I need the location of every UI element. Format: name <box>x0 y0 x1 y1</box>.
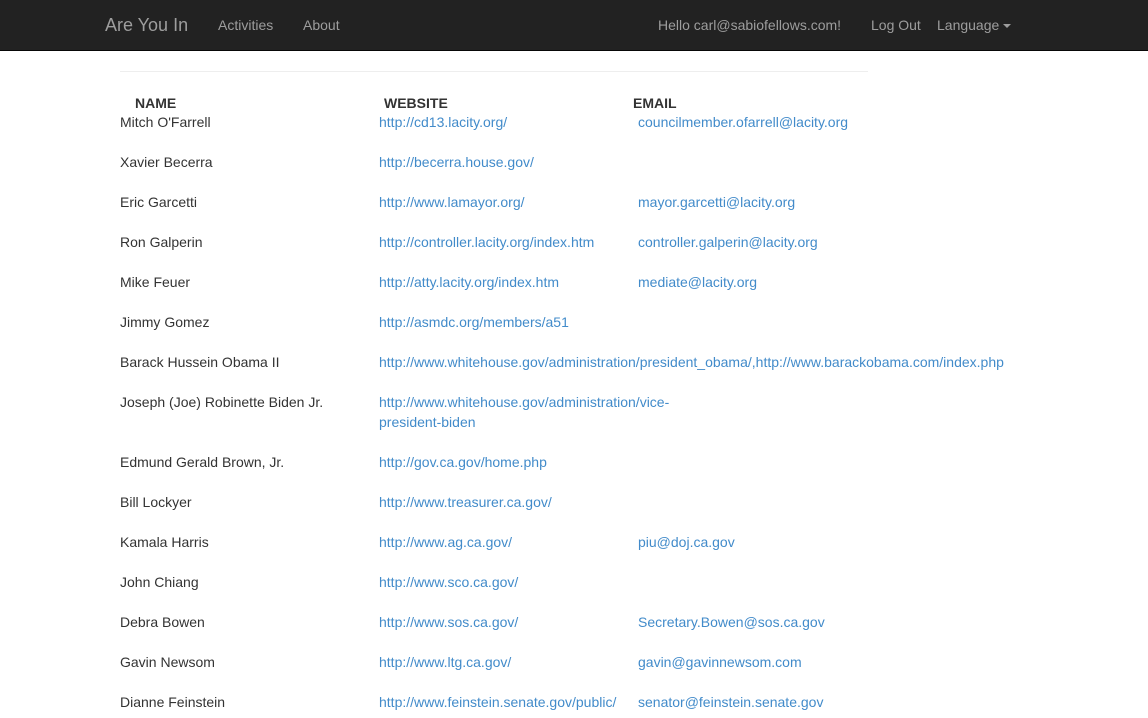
person-name: Mitch O'Farrell <box>120 114 211 130</box>
email-link[interactable]: gavin@gavinnewsom.com <box>638 652 802 672</box>
website-link[interactable]: http://atty.lacity.org/index.htm <box>379 272 559 292</box>
email-link[interactable]: mayor.garcetti@lacity.org <box>638 192 795 212</box>
person-name: Joseph (Joe) Robinette Biden Jr. <box>120 394 324 410</box>
person-name: Bill Lockyer <box>120 494 192 510</box>
website-link[interactable]: http://www.sco.ca.gov/ <box>379 572 518 592</box>
person-name: Gavin Newsom <box>120 654 215 670</box>
person-name: Debra Bowen <box>120 614 205 630</box>
content-divider <box>120 71 868 72</box>
language-label: Language <box>937 17 1000 33</box>
caret-down-icon <box>1003 24 1012 29</box>
website-link[interactable]: http://www.sos.ca.gov/ <box>379 612 518 632</box>
person-name: Barack Hussein Obama II <box>120 354 280 370</box>
user-greeting: Hello carl@sabiofellows.com! <box>658 17 842 33</box>
email-link[interactable]: senator@feinstein.senate.gov <box>638 692 823 712</box>
person-name: John Chiang <box>120 574 199 590</box>
person-name: Edmund Gerald Brown, Jr. <box>120 454 285 470</box>
website-link[interactable]: http://www.lamayor.org/ <box>379 192 525 212</box>
language-dropdown[interactable]: Language <box>937 16 1012 34</box>
website-link[interactable]: http://becerra.house.gov/ <box>379 152 534 172</box>
website-link[interactable]: http://controller.lacity.org/index.htm <box>379 232 594 252</box>
person-name: Kamala Harris <box>120 534 209 550</box>
website-link[interactable]: http://asmdc.org/members/a51 <box>379 312 569 332</box>
website-link[interactable]: http://www.feinstein.senate.gov/public/ <box>379 692 616 712</box>
person-name: Dianne Feinstein <box>120 694 226 710</box>
email-link[interactable]: Secretary.Bowen@sos.ca.gov <box>638 612 825 632</box>
website-link[interactable]: http://www.ag.ca.gov/ <box>379 532 512 552</box>
name-column-header: NAME <box>135 95 177 111</box>
person-name: Ron Galperin <box>120 234 203 250</box>
logout-link[interactable]: Log Out <box>871 16 921 34</box>
website-column-header: WEBSITE <box>384 95 448 111</box>
person-name: Mike Feuer <box>120 274 191 290</box>
email-link[interactable]: controller.galperin@lacity.org <box>638 232 818 252</box>
person-name: Eric Garcetti <box>120 194 198 210</box>
website-link[interactable]: http://www.whitehouse.gov/administration… <box>379 392 671 432</box>
website-link[interactable]: http://www.whitehouse.gov/administration… <box>379 352 1004 372</box>
website-link[interactable]: http://gov.ca.gov/home.php <box>379 452 547 472</box>
website-link[interactable]: http://cd13.lacity.org/ <box>379 112 507 132</box>
person-name: Xavier Becerra <box>120 154 213 170</box>
nav-activities-link[interactable]: Activities <box>218 16 273 34</box>
top-navbar: Are You In Activities About Hello carl@s… <box>0 0 1148 51</box>
email-link[interactable]: councilmember.ofarrell@lacity.org <box>638 112 848 132</box>
website-link[interactable]: http://www.treasurer.ca.gov/ <box>379 492 552 512</box>
email-column-header: EMAIL <box>633 95 677 111</box>
website-link[interactable]: http://www.ltg.ca.gov/ <box>379 652 511 672</box>
brand-link[interactable]: Are You In <box>105 14 188 36</box>
nav-about-link[interactable]: About <box>303 16 340 34</box>
person-name: Jimmy Gomez <box>120 314 210 330</box>
email-link[interactable]: piu@doj.ca.gov <box>638 532 735 552</box>
email-link[interactable]: mediate@lacity.org <box>638 272 757 292</box>
